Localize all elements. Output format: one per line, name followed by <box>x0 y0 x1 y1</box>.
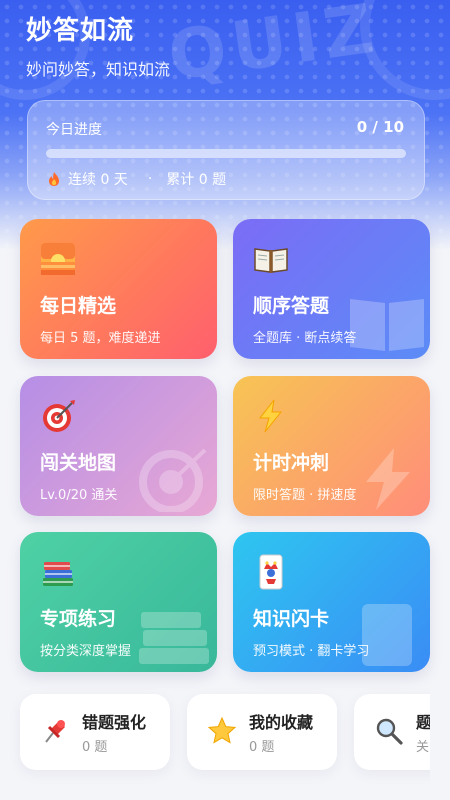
flame-icon <box>49 172 59 186</box>
books-watermark-icon <box>139 612 209 664</box>
tile-sequential[interactable]: 顺序答题 全题库 · 断点续答 <box>233 219 430 359</box>
chip-title: 我的收藏 <box>249 713 314 732</box>
chip-favorites[interactable]: 我的收藏 0 题 <box>187 694 337 770</box>
tile-timed-sprint[interactable]: 计时冲刺 限时答题 · 拼速度 <box>233 376 430 516</box>
progress-count: 0 / 10 <box>356 118 404 136</box>
tile-level-map[interactable]: 闯关地图 Lv.0/20 通关 <box>20 376 217 516</box>
tile-flashcards[interactable]: 知识闪卡 预习模式 · 翻卡学习 <box>233 532 430 672</box>
tile-title: 计时冲刺 <box>253 452 330 474</box>
sunrise-icon <box>41 243 75 275</box>
chip-title: 题 <box>416 713 430 732</box>
total-text: 累计 0 题 <box>166 172 227 188</box>
tile-title: 顺序答题 <box>253 295 330 317</box>
tile-subtitle: 预习模式 · 翻卡学习 <box>253 644 370 659</box>
progress-stats: 连续 0 天 · 累计 0 题 <box>46 169 226 189</box>
tile-subtitle: 全题库 · 断点续答 <box>253 331 357 346</box>
star-icon <box>207 716 237 744</box>
chip-subtitle: 0 题 <box>249 740 275 755</box>
tile-subtitle: Lv.0/20 通关 <box>40 488 118 503</box>
app-subtitle: 妙问妙答，知识如流 <box>26 60 171 79</box>
tile-topic-practice[interactable]: 专项练习 按分类深度掌握 <box>20 532 217 672</box>
tile-daily-pick[interactable]: 每日精选 每日 5 题，难度递进 <box>20 219 217 359</box>
open-book-icon <box>254 248 288 273</box>
stats-separator: · <box>147 171 153 187</box>
tile-title: 知识闪卡 <box>253 608 330 630</box>
tile-subtitle: 每日 5 题，难度递进 <box>40 331 161 346</box>
tile-title: 闯关地图 <box>40 452 117 474</box>
target-watermark-icon <box>139 448 207 512</box>
books-icon <box>43 562 73 586</box>
magnifier-icon <box>376 718 403 745</box>
tile-subtitle: 按分类深度掌握 <box>40 644 132 659</box>
target-icon <box>43 400 75 432</box>
tile-subtitle: 限时答题 · 拼速度 <box>253 488 357 503</box>
app-title: 妙答如流 <box>26 16 135 46</box>
tile-title: 每日精选 <box>40 295 117 317</box>
book-watermark-icon <box>350 299 424 351</box>
chip-search[interactable]: 题 关 <box>354 694 430 770</box>
daily-progress-card[interactable]: 今日进度 0 / 10 连续 0 天 · 累计 0 题 <box>27 100 425 200</box>
tile-title: 专项练习 <box>40 608 117 630</box>
progress-label: 今日进度 <box>46 122 102 138</box>
lightning-icon <box>258 399 283 433</box>
lightning-watermark-icon <box>366 448 410 510</box>
joker-card-icon <box>259 554 283 590</box>
progress-bar <box>46 149 406 158</box>
chip-subtitle: 0 题 <box>82 740 108 755</box>
hero-header: QUIZ 妙答如流 妙问妙答，知识如流 今日进度 0 / 10 连续 0 天 ·… <box>0 0 450 250</box>
pushpin-icon <box>45 720 65 743</box>
chip-subtitle: 关 <box>416 740 430 755</box>
quick-links-row[interactable]: 错题强化 0 题 我的收藏 0 题 题 关 <box>0 680 430 790</box>
chip-title: 错题强化 <box>82 713 147 732</box>
chip-wrong-answers[interactable]: 错题强化 0 题 <box>20 694 170 770</box>
streak-text: 连续 0 天 <box>68 172 128 188</box>
